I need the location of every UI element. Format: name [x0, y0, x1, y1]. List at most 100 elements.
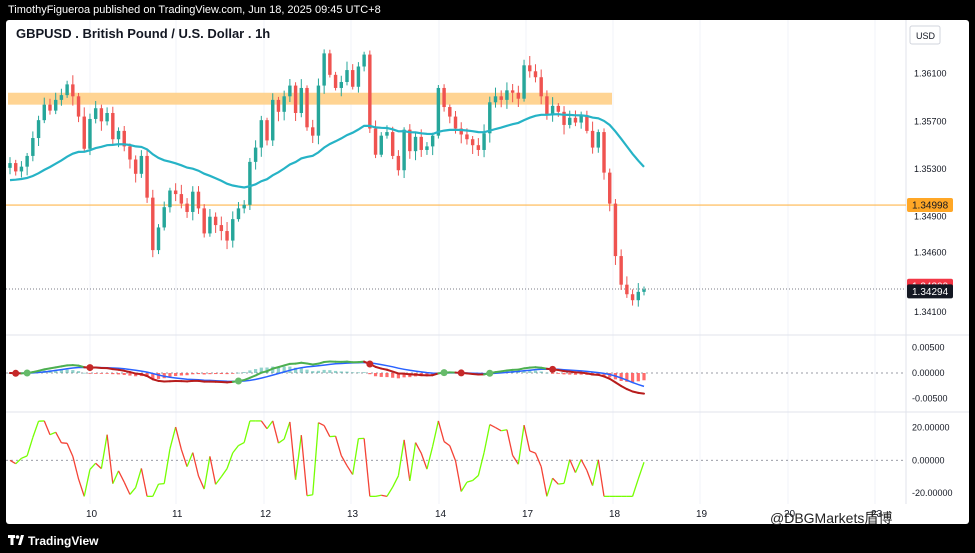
macd-hist-bar — [391, 373, 395, 378]
watermark: @DBGMarkets盾博 — [770, 510, 893, 526]
candle-body — [208, 216, 212, 234]
osc-segment — [334, 435, 342, 456]
candle-body — [276, 99, 281, 112]
candle-body — [448, 107, 452, 117]
macd-cross-dot — [549, 365, 557, 373]
candle-body — [311, 127, 315, 136]
macd-hist-bar — [551, 373, 555, 374]
macd-hist-bar — [545, 372, 549, 374]
osc-segment — [363, 438, 371, 497]
macd-hist-bar — [254, 369, 258, 373]
osc-segment — [226, 452, 234, 469]
candle-body — [173, 190, 178, 195]
candle-body — [585, 115, 589, 131]
candle-body — [556, 105, 561, 112]
candle-body — [379, 135, 383, 155]
candle-body — [53, 99, 58, 111]
chart-svg[interactable]: GBPUSD . British Pound / U.S. Dollar . 1… — [6, 20, 969, 524]
candle-body — [573, 117, 578, 123]
osc-segment — [352, 438, 360, 475]
candle-body — [385, 132, 389, 136]
macd-cross-dot — [440, 369, 448, 377]
macd-hist-bar — [174, 373, 178, 377]
osc-segment — [540, 466, 548, 497]
osc-segment — [32, 420, 40, 438]
candle-body — [390, 132, 395, 156]
macd-tick: 0.00000 — [912, 368, 945, 378]
price-tick: 1.36100 — [914, 69, 947, 79]
macd-hist-bar — [122, 373, 126, 375]
osc-segment — [43, 420, 51, 435]
macd-hist-bar — [116, 373, 121, 375]
osc-axis: 20.00000 0.00000 -20.00000 — [912, 422, 953, 498]
osc-segment — [597, 459, 605, 497]
candle-body — [242, 204, 246, 209]
osc-segment — [318, 422, 325, 427]
chart-card[interactable]: GBPUSD . British Pound / U.S. Dollar . 1… — [6, 20, 969, 524]
macd-hist-bar — [179, 373, 183, 376]
macd-cross-dot — [457, 369, 465, 377]
candle-body — [191, 191, 195, 212]
macd-cross-dot — [12, 369, 20, 377]
macd-hist-bar — [351, 372, 355, 374]
osc-segment — [66, 443, 74, 457]
osc-segment — [392, 475, 399, 488]
candle-body — [59, 95, 64, 100]
publisher-bar: TimothyFigueroa published on TradingView… — [0, 0, 975, 20]
candle-body — [76, 96, 81, 117]
osc-tick: 20.00000 — [912, 422, 950, 432]
macd-hist-bar — [202, 373, 206, 375]
candle-body — [613, 203, 618, 257]
osc-segment — [558, 482, 565, 485]
tradingview-logo-icon — [8, 535, 24, 545]
macd-cross-dot — [23, 369, 31, 377]
osc-segment — [152, 483, 160, 497]
osc-segment — [83, 469, 91, 497]
osc-segment — [420, 452, 428, 470]
macd-axis: 0.00500 0.00000 -0.00500 — [912, 342, 948, 403]
candle-body — [271, 99, 275, 141]
vertical-grid — [89, 20, 876, 504]
candle-body — [499, 96, 503, 100]
candle-body — [25, 155, 29, 167]
osc-segment — [414, 442, 422, 454]
macd-tick: -0.00500 — [912, 394, 948, 404]
macd-hist-bar — [539, 371, 543, 373]
price-tick: 1.34100 — [914, 307, 947, 317]
candle-body — [442, 87, 446, 108]
candle-body — [116, 130, 121, 140]
time-tick: 13 — [347, 509, 359, 520]
candle-body — [282, 96, 286, 112]
osc-segment — [472, 475, 479, 481]
osc-segment — [426, 446, 434, 470]
candle-body — [396, 155, 401, 171]
candle-body — [82, 116, 86, 149]
candle-body — [510, 90, 515, 93]
osc-segment — [312, 422, 320, 495]
price-tick: 1.35300 — [914, 164, 947, 174]
macd-hist-bar — [339, 371, 343, 373]
macd-hist-bar — [362, 372, 366, 373]
osc-segment — [591, 459, 599, 486]
osc-segment — [283, 421, 291, 440]
candle-body — [453, 116, 458, 129]
osc-segment — [569, 459, 577, 473]
candle-body — [265, 120, 269, 141]
macd-hist-bar — [248, 370, 252, 373]
osc-segment — [26, 437, 34, 457]
osc-segment — [432, 420, 440, 447]
osc-segment — [501, 429, 508, 432]
macd-hist-bar — [322, 369, 326, 373]
tradingview-brand: TradingView — [28, 534, 99, 548]
candle-body — [630, 294, 635, 301]
candle-body — [236, 208, 241, 220]
candle-body — [42, 104, 46, 121]
macd-hist-bar — [94, 373, 98, 374]
osc-segment — [49, 431, 56, 436]
osc-segment — [346, 465, 354, 475]
candle-body — [19, 166, 24, 172]
candle-body — [505, 90, 509, 100]
osc-segment — [72, 456, 80, 480]
candle-body — [568, 117, 572, 125]
resistance-zone — [8, 92, 612, 105]
